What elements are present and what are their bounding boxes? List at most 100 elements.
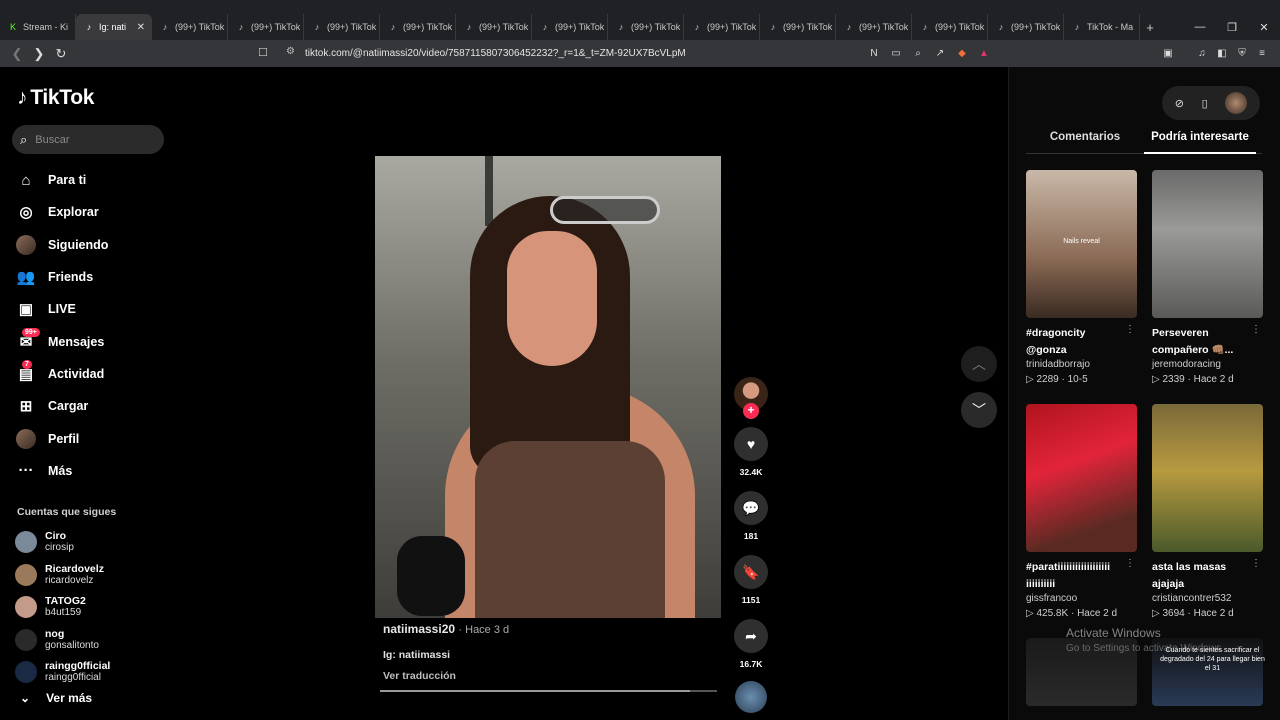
- chevron-down-nav-icon[interactable]: ﹀: [961, 392, 997, 428]
- back-icon[interactable]: ❮: [8, 46, 26, 62]
- screen-icon[interactable]: ▭: [888, 45, 904, 61]
- tab-recommended[interactable]: Podría interesarte: [1144, 130, 1256, 154]
- more-options-icon[interactable]: ⋮: [1125, 558, 1135, 569]
- sidebar-item-actividad[interactable]: ▤ 7 Actividad: [16, 358, 176, 390]
- video-thumbnail[interactable]: [1152, 170, 1263, 318]
- video-thumbnail[interactable]: [1152, 404, 1263, 552]
- sidebar-item-explorar[interactable]: ◎ Explorar: [16, 196, 176, 228]
- sidebar-item-para-ti[interactable]: ⌂ Para ti: [16, 164, 176, 196]
- following-item[interactable]: Ricardovelz ricardovelz: [15, 559, 175, 592]
- sidebar-item-perfil[interactable]: Perfil: [16, 422, 176, 454]
- tiktok-logo[interactable]: ♪ TikTok: [17, 86, 94, 110]
- bookmark-icon[interactable]: ☐: [258, 46, 268, 59]
- heart-icon[interactable]: ♥: [734, 427, 768, 461]
- comment-icon[interactable]: 💬: [734, 491, 768, 525]
- following-item[interactable]: raingg0fficial raingg0fficial: [15, 656, 175, 689]
- browser-tab[interactable]: ♪ (99+) TikTok: [304, 14, 380, 40]
- video-thumbnail[interactable]: [1026, 404, 1137, 552]
- like-action[interactable]: ♥ 32.4K: [733, 427, 769, 477]
- browser-tab[interactable]: K Stream - Ki: [0, 14, 76, 40]
- share-arrow-icon[interactable]: ➦: [734, 619, 768, 653]
- no-tracking-icon[interactable]: N: [866, 45, 882, 61]
- save-action[interactable]: 🔖 1151: [733, 555, 769, 605]
- card-username[interactable]: cristiancontrer532: [1152, 593, 1263, 604]
- music-disc-icon[interactable]: [735, 681, 767, 713]
- sidebar-item-más[interactable]: ··· Más: [16, 455, 176, 487]
- browser-tab[interactable]: ♪ TikTok - Ma: [1064, 14, 1140, 40]
- browser-tab[interactable]: ♪ (99+) TikTok: [988, 14, 1064, 40]
- music-icon[interactable]: ♫: [1194, 45, 1210, 61]
- author-avatar[interactable]: +: [734, 377, 768, 419]
- card-username[interactable]: gissfrancoo: [1026, 593, 1137, 604]
- card-title[interactable]: Perseveren compañero 👊🏽...: [1152, 325, 1263, 359]
- follow-plus-icon[interactable]: +: [743, 403, 759, 419]
- sidebar-item-friends[interactable]: 👥 Friends: [16, 261, 176, 293]
- more-options-icon[interactable]: ⋮: [1251, 324, 1261, 335]
- following-item[interactable]: TATOG2 b4ut159: [15, 591, 175, 624]
- bookmark-icon[interactable]: 🔖: [734, 555, 768, 589]
- card-title[interactable]: asta las masas ajajaja: [1152, 559, 1263, 593]
- recommended-card[interactable]: Perseveren compañero 👊🏽... ⋮ jeremodoracin…: [1152, 170, 1263, 385]
- video-author-line[interactable]: natiimassi20 · Hace 3 d: [383, 622, 509, 636]
- alert-extension-icon[interactable]: ▲: [976, 45, 992, 61]
- sidebar-toggle-icon[interactable]: ◧: [1214, 45, 1230, 61]
- recommended-card[interactable]: #paratiiiiiiiiiiiiiiiiii iiiiiiiiii ⋮ giss…: [1026, 404, 1137, 619]
- compass-icon[interactable]: ⊘: [1175, 97, 1184, 110]
- close-tab-icon[interactable]: ✕: [137, 22, 145, 33]
- more-options-icon[interactable]: ⋮: [1125, 324, 1135, 335]
- browser-tab[interactable]: ♪ Ig: nati ✕: [76, 14, 152, 40]
- more-options-icon[interactable]: ⋮: [1251, 558, 1261, 569]
- card-title[interactable]: #dragoncity @gonza: [1026, 325, 1137, 359]
- browser-tab[interactable]: ♪ (99+) TikTok: [760, 14, 836, 40]
- video-player[interactable]: [375, 156, 721, 618]
- search-input[interactable]: [35, 133, 146, 146]
- tab-search-icon[interactable]: ▣: [1160, 45, 1176, 61]
- card-username[interactable]: jeremodoracing: [1152, 359, 1263, 370]
- sidebar-item-siguiendo[interactable]: Siguiendo: [16, 229, 176, 261]
- restore-icon[interactable]: ❐: [1216, 21, 1248, 34]
- video-thumbnail[interactable]: Nails reveal: [1026, 170, 1137, 318]
- browser-tab[interactable]: ♪ (99+) TikTok: [456, 14, 532, 40]
- site-settings-icon[interactable]: ⚙: [286, 46, 295, 57]
- chevron-up-icon[interactable]: ︿: [961, 346, 997, 382]
- card-title[interactable]: #paratiiiiiiiiiiiiiiiiii iiiiiiiiii: [1026, 559, 1137, 593]
- url-field[interactable]: tiktok.com/@natiimassi20/video/758711580…: [305, 48, 686, 59]
- tab-comments[interactable]: Comentarios: [1026, 130, 1144, 153]
- sidebar-item-cargar[interactable]: ⊞ Cargar: [16, 390, 176, 422]
- reload-icon[interactable]: ↻: [52, 46, 70, 62]
- translate-link[interactable]: Ver traducción: [383, 670, 509, 682]
- browser-tab[interactable]: ♪ (99+) TikTok: [608, 14, 684, 40]
- browser-tab[interactable]: ♪ (99+) TikTok: [152, 14, 228, 40]
- following-item[interactable]: nog gonsalitonto: [15, 624, 175, 657]
- minimize-icon[interactable]: —: [1184, 21, 1216, 33]
- sidebar-item-mensajes[interactable]: ✉ 99+ Mensajes: [16, 325, 176, 357]
- zoom-icon[interactable]: ⌕: [910, 45, 926, 61]
- sidebar-item-live[interactable]: ▣ LIVE: [16, 293, 176, 325]
- card-username[interactable]: trinidadborrajo: [1026, 359, 1137, 370]
- forward-icon[interactable]: ❯: [30, 46, 48, 62]
- shield-extension-icon[interactable]: ◆: [954, 45, 970, 61]
- recommended-card[interactable]: Nails reveal #dragoncity @gonza ⋮ trinidadb…: [1026, 170, 1137, 385]
- share-page-icon[interactable]: ↗: [932, 45, 948, 61]
- user-avatar[interactable]: [1225, 92, 1248, 114]
- see-more-button[interactable]: ⌄ Ver más: [20, 691, 92, 705]
- activation-watermark-sub: Go to Settings to activate Windows.: [1066, 643, 1224, 654]
- browser-tab[interactable]: ♪ (99+) TikTok: [532, 14, 608, 40]
- browser-tab[interactable]: ♪ (99+) TikTok: [228, 14, 304, 40]
- menu-icon[interactable]: ≡: [1254, 45, 1270, 61]
- close-window-icon[interactable]: ✕: [1248, 21, 1280, 34]
- phone-icon[interactable]: ▯: [1202, 97, 1208, 110]
- video-author[interactable]: natiimassi20: [383, 622, 455, 636]
- share-action[interactable]: ➦ 16.7K: [733, 619, 769, 669]
- following-item[interactable]: Ciro cirosip: [15, 526, 175, 559]
- vpn-icon[interactable]: ⛨: [1234, 45, 1250, 61]
- recommended-card[interactable]: asta las masas ajajaja ⋮ cristiancontrer53…: [1152, 404, 1263, 619]
- browser-tab[interactable]: ♪ (99+) TikTok: [912, 14, 988, 40]
- video-progress[interactable]: [380, 690, 717, 692]
- browser-tab[interactable]: ♪ (99+) TikTok: [684, 14, 760, 40]
- comment-action[interactable]: 💬 181: [733, 491, 769, 541]
- browser-tab[interactable]: ♪ (99+) TikTok: [380, 14, 456, 40]
- search-box[interactable]: ⌕: [12, 125, 164, 154]
- browser-tab[interactable]: ♪ (99+) TikTok: [836, 14, 912, 40]
- new-tab-icon[interactable]: +: [1140, 20, 1160, 35]
